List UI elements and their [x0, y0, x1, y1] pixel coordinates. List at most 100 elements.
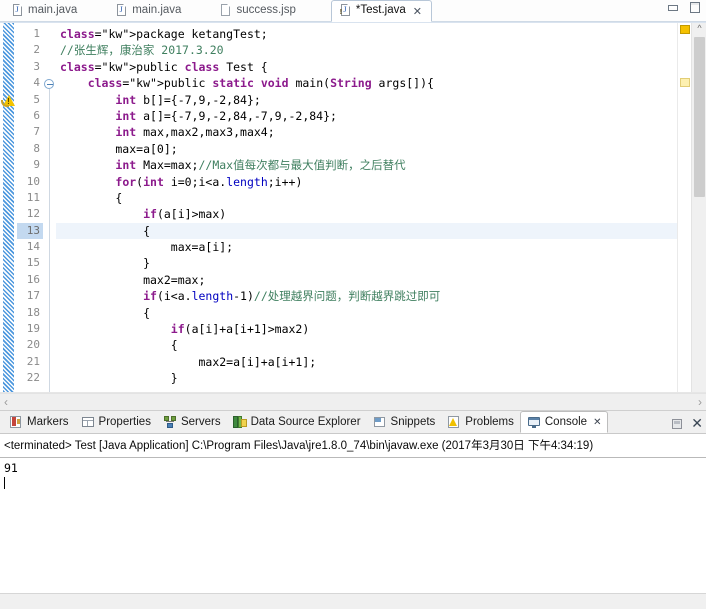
- code-line[interactable]: if(a[i]>max): [56, 206, 677, 222]
- line-number: 9: [33, 158, 40, 172]
- view-tab-servers[interactable]: Servers: [157, 411, 227, 433]
- servers-icon: [163, 415, 177, 429]
- editor-horizontal-scrollbar[interactable]: ‹ ›: [0, 393, 706, 410]
- line-number: 20: [26, 338, 40, 352]
- jsp-file-icon: [219, 4, 232, 18]
- editor-vertical-scrollbar[interactable]: ^: [691, 23, 706, 392]
- view-tab-problems[interactable]: Problems: [441, 411, 520, 433]
- code-line[interactable]: int Max=max;//Max值每次都与最大值判断，之后替代: [56, 157, 677, 173]
- fold-row[interactable]: [43, 59, 56, 75]
- fold-row[interactable]: [43, 370, 56, 386]
- scroll-up-icon[interactable]: ^: [695, 24, 704, 33]
- status-bar: [0, 593, 706, 609]
- code-line[interactable]: if(i<a.length-1)//处理越界问题，判断越界跳过即可: [56, 288, 677, 304]
- fold-row[interactable]: [43, 354, 56, 370]
- code-line[interactable]: int b[]={-7,9,-2,84};: [56, 92, 677, 108]
- code-line[interactable]: class="kw">package ketangTest;: [56, 26, 677, 42]
- console-output[interactable]: 91: [0, 458, 706, 593]
- code-line[interactable]: }: [56, 255, 677, 271]
- view-stack-controls: ✕: [671, 417, 703, 431]
- view-tab-label: Data Source Explorer: [250, 416, 361, 428]
- editor-tab-main-java-2[interactable]: J main.java: [108, 0, 190, 22]
- code-line[interactable]: {: [56, 190, 677, 206]
- line-number: 6: [33, 108, 40, 122]
- code-line[interactable]: int a[]={-7,9,-2,84,-7,9,-2,84};: [56, 108, 677, 124]
- fold-row[interactable]: [43, 75, 56, 91]
- source-code-text[interactable]: class="kw">package ketangTest;//张生辉，康治家 …: [56, 23, 677, 392]
- fold-row[interactable]: [43, 337, 56, 353]
- eclipse-ide-window: J main.java J main.java success.jsp J ! …: [0, 0, 706, 609]
- fold-row[interactable]: [43, 174, 56, 190]
- code-folding-ruler[interactable]: [43, 23, 56, 392]
- code-line[interactable]: //张生辉，康治家 2017.3.20: [56, 42, 677, 58]
- view-tab-properties[interactable]: Properties: [75, 411, 157, 433]
- fold-row[interactable]: [43, 26, 56, 42]
- code-line[interactable]: max=a[0];: [56, 141, 677, 157]
- scroll-left-icon[interactable]: ‹: [4, 396, 8, 408]
- scrollbar-thumb[interactable]: [694, 37, 705, 197]
- warning-marker-icon[interactable]: !: [1, 93, 16, 107]
- code-line[interactable]: max=a[i];: [56, 239, 677, 255]
- code-line[interactable]: if(a[i]+a[i+1]>max2): [56, 321, 677, 337]
- fold-row[interactable]: [43, 157, 56, 173]
- fold-row[interactable]: [43, 321, 56, 337]
- view-tab-close-icon[interactable]: ✕: [593, 417, 601, 428]
- view-tab-label: Servers: [180, 416, 221, 428]
- code-line[interactable]: class="kw">public static void main(Strin…: [56, 75, 677, 91]
- line-number: 21: [26, 354, 40, 368]
- code-line[interactable]: max2=a[i]+a[i+1];: [56, 354, 677, 370]
- fold-collapse-icon[interactable]: [44, 78, 54, 89]
- scroll-right-icon[interactable]: ›: [698, 396, 702, 408]
- fold-row[interactable]: [43, 288, 56, 304]
- fold-row[interactable]: [43, 239, 56, 255]
- fold-row[interactable]: [43, 108, 56, 124]
- code-line[interactable]: max2=max;: [56, 272, 677, 288]
- view-tab-markers[interactable]: Markers: [3, 411, 75, 433]
- editor-tab-main-java-1[interactable]: J main.java: [4, 0, 86, 22]
- fold-guide-line: [48, 89, 50, 392]
- view-tab-console[interactable]: Console ✕: [519, 411, 609, 433]
- editor-tab-label: main.java: [28, 4, 78, 17]
- code-line[interactable]: class="kw">public class Test {: [56, 59, 677, 75]
- fold-row[interactable]: [43, 223, 56, 239]
- editor-annotation-gutter[interactable]: !: [0, 23, 17, 392]
- code-line[interactable]: }: [56, 370, 677, 386]
- hscrollbar-track[interactable]: [16, 397, 690, 408]
- line-number: 5: [33, 92, 40, 106]
- editor-tab-label: *Test.java: [355, 4, 406, 17]
- fold-row[interactable]: [43, 206, 56, 222]
- code-line[interactable]: {: [56, 337, 677, 353]
- fold-row[interactable]: [43, 42, 56, 58]
- fold-row[interactable]: [43, 141, 56, 157]
- view-tab-label: Markers: [27, 416, 69, 428]
- minimize-panel-icon[interactable]: [671, 418, 683, 430]
- close-panel-icon[interactable]: ✕: [691, 417, 703, 431]
- editor-tab-close-icon[interactable]: ✕: [413, 6, 422, 17]
- code-line[interactable]: for(int i=0;i<a.length;i++): [56, 174, 677, 190]
- overview-ruler[interactable]: [677, 23, 691, 392]
- overview-warning-marker[interactable]: [680, 25, 690, 34]
- fold-row[interactable]: [43, 255, 56, 271]
- fold-row[interactable]: [43, 190, 56, 206]
- view-tab-data-source-explorer[interactable]: Data Source Explorer: [227, 411, 367, 433]
- fold-row[interactable]: [43, 124, 56, 140]
- editor-tab-bar: J main.java J main.java success.jsp J ! …: [0, 0, 706, 23]
- overview-warning-marker[interactable]: [680, 78, 690, 87]
- console-view[interactable]: <terminated> Test [Java Application] C:\…: [0, 434, 706, 593]
- markers-icon: [9, 415, 23, 429]
- minimize-icon[interactable]: [667, 1, 680, 14]
- editor-tab-label: main.java: [132, 4, 182, 17]
- fold-row[interactable]: [43, 92, 56, 108]
- fold-row[interactable]: [43, 305, 56, 321]
- maximize-icon[interactable]: [689, 1, 702, 14]
- code-line[interactable]: {: [56, 305, 677, 321]
- view-tab-snippets[interactable]: Snippets: [367, 411, 442, 433]
- editor-tab-test-java[interactable]: J ! *Test.java ✕: [330, 0, 432, 22]
- line-number: 18: [26, 305, 40, 319]
- code-line[interactable]: {: [56, 222, 677, 240]
- fold-row[interactable]: [43, 272, 56, 288]
- code-line[interactable]: int max,max2,max3,max4;: [56, 124, 677, 140]
- code-editor[interactable]: ! 1 2 3 4 5 6 7 8 9 10 11 12 13 14 15 16 17 18 19 20 21 22 cl…: [0, 23, 706, 393]
- editor-tab-label: success.jsp: [236, 4, 296, 17]
- editor-tab-success-jsp[interactable]: success.jsp: [212, 0, 304, 22]
